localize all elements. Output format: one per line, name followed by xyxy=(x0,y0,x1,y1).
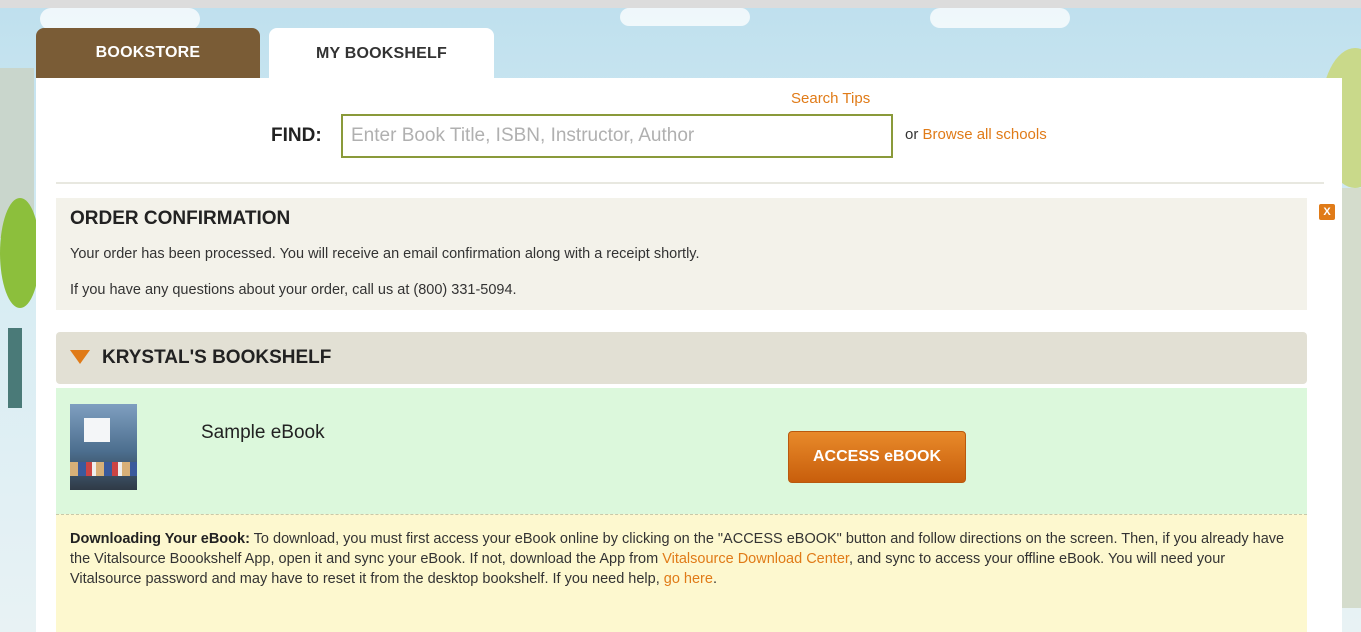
or-label: or xyxy=(905,126,919,143)
download-notice-heading: Downloading Your eBook: xyxy=(70,531,250,547)
order-contact-info: If you have any questions about your ord… xyxy=(70,282,517,298)
book-cover-image[interactable] xyxy=(70,404,137,490)
bookshelf-header[interactable]: KRYSTAL'S BOOKSHELF xyxy=(56,332,1307,384)
vitalsource-download-center-link[interactable]: Vitalsource Download Center xyxy=(662,551,849,567)
search-input[interactable] xyxy=(341,114,893,158)
book-row: Sample eBook ACCESS eBOOK xyxy=(56,388,1307,514)
order-confirmation-box: ORDER CONFIRMATION Your order has been p… xyxy=(56,198,1307,310)
bookshelf-title: KRYSTAL'S BOOKSHELF xyxy=(102,347,332,368)
search-tips-link[interactable]: Search Tips xyxy=(791,90,870,107)
access-ebook-button[interactable]: ACCESS eBOOK xyxy=(788,431,966,483)
expand-arrow-icon[interactable] xyxy=(70,350,90,364)
download-text-part: . xyxy=(712,571,717,587)
order-confirmation-title: ORDER CONFIRMATION xyxy=(70,208,291,229)
browse-schools-text: or Browse all schools xyxy=(905,126,1047,143)
main-panel: Search Tips FIND: or Browse all schools … xyxy=(36,78,1342,632)
tab-bookstore[interactable]: BOOKSTORE xyxy=(36,28,260,78)
tab-my-bookshelf[interactable]: MY BOOKSHELF xyxy=(269,28,494,80)
divider xyxy=(56,182,1324,184)
go-here-link[interactable]: go here xyxy=(664,571,713,587)
download-notice: Downloading Your eBook: To download, you… xyxy=(56,514,1307,632)
book-title[interactable]: Sample eBook xyxy=(201,422,325,444)
browse-all-schools-link[interactable]: Browse all schools xyxy=(923,126,1047,143)
order-confirmation-message: Your order has been processed. You will … xyxy=(70,246,700,262)
download-notice-text: Downloading Your eBook: To download, you… xyxy=(70,529,1295,589)
find-label: FIND: xyxy=(271,125,322,146)
close-icon[interactable]: X xyxy=(1319,204,1335,220)
